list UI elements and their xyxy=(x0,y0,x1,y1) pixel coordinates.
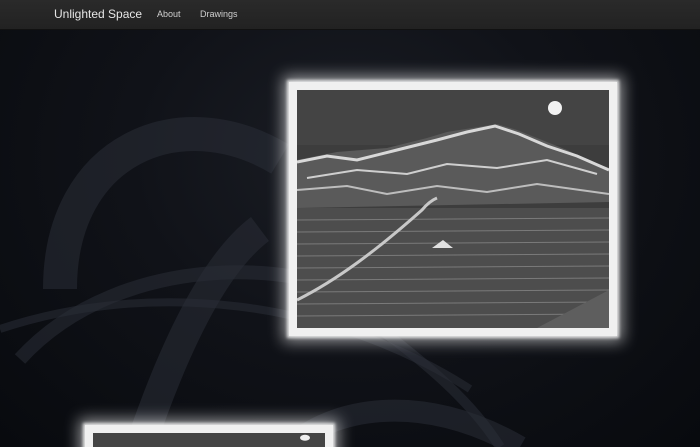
top-navbar: Unlighted Space About Drawings xyxy=(0,0,700,30)
gallery-item-2[interactable] xyxy=(85,425,333,447)
drawing-thumbnail-image[interactable] xyxy=(93,433,325,447)
mountain-lake-drawing-image[interactable] xyxy=(297,90,609,328)
brand-link[interactable]: Unlighted Space xyxy=(54,7,142,21)
page: Unlighted Space About Drawings xyxy=(0,0,700,447)
nav-link-about[interactable]: About xyxy=(157,9,181,19)
nav-link-drawings[interactable]: Drawings xyxy=(200,9,238,19)
gallery-item-1[interactable] xyxy=(289,82,617,336)
